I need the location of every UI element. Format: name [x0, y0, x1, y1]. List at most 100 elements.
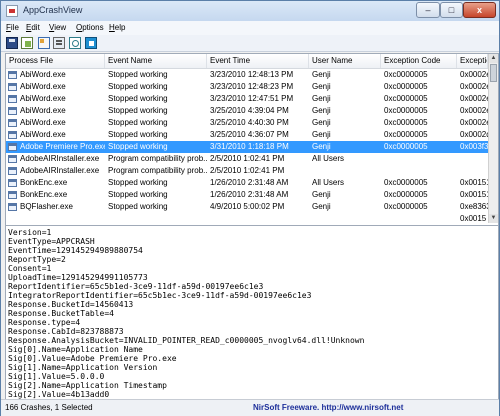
toolbar [1, 35, 499, 52]
cell-event-time: 3/31/2010 1:18:18 PM [210, 142, 289, 151]
app-window-icon [8, 179, 17, 187]
table-row[interactable]: Adobe Premiere Pro.exe Stopped working 3/3… [6, 141, 488, 153]
cell-exception-offset: 0x0002d7 [460, 130, 488, 139]
copy-icon[interactable] [21, 37, 33, 49]
cell-user-name: Genji [312, 118, 331, 127]
table-row[interactable]: AbiWord.exe Stopped working 3/23/2010 12:4… [6, 69, 488, 81]
cell-process-file: BonkEnc.exe [20, 190, 68, 199]
column-event-name[interactable]: Event Name [105, 54, 207, 68]
scroll-up-icon[interactable]: ▲ [489, 54, 498, 63]
save-icon[interactable] [6, 37, 18, 49]
refresh-icon[interactable] [69, 37, 81, 49]
app-window-icon [8, 107, 17, 115]
menu-bar: File Edit View Options Help [1, 21, 499, 35]
cell-user-name [309, 213, 381, 225]
table-row[interactable]: AbiWord.exe Stopped working 3/25/2010 4:40… [6, 117, 488, 129]
cell-process-file: AbiWord.exe [20, 82, 66, 91]
cell-event-time: 3/25/2010 4:40:30 PM [210, 118, 289, 127]
details-pane[interactable]: Version=1 EventType=APPCRASH EventTime=129… [5, 225, 499, 400]
cell-exception-code: 0xc0000005 [384, 82, 428, 91]
cell-exception-code: 0xc0000005 [384, 106, 428, 115]
cell-user-name: Genji [312, 142, 331, 151]
cell-exception-code [381, 153, 457, 165]
app-window: AppCrashView – □ x File Edit View Option… [0, 0, 500, 416]
cell-user-name: All Users [312, 154, 345, 163]
cell-process-file: AbiWord.exe [20, 106, 66, 115]
title-bar[interactable]: AppCrashView – □ x [1, 1, 499, 21]
cell-event-time: 1/26/2010 2:31:48 AM [210, 190, 289, 199]
cell-exception-offset: 0x0002e2 [460, 94, 488, 103]
list-scrollbar[interactable]: ▲ ▼ [488, 54, 498, 223]
cell-event-time: 3/25/2010 4:39:04 PM [210, 106, 289, 115]
maximize-button[interactable]: □ [440, 2, 463, 18]
table-row[interactable]: AdobeAIRInstaller.exe Program compatibili… [6, 165, 488, 177]
column-event-time[interactable]: Event Time [207, 54, 309, 68]
cell-exception-code: 0xc0000005 [384, 130, 428, 139]
table-row[interactable]: BQFlasher.exe Stopped working 4/9/2010 5:0… [6, 201, 488, 213]
crash-list[interactable]: Process File Event Name Event Time User … [5, 53, 499, 226]
cell-exception-offset: 0x003f36 [460, 142, 488, 151]
cell-event-time: 3/25/2010 4:36:07 PM [210, 130, 289, 139]
table-row[interactable]: BonkEnc.exe Stopped working 1/26/2010 2:31… [6, 177, 488, 189]
table-row[interactable]: AbiWord.exe Stopped working 3/23/2010 12:4… [6, 93, 488, 105]
cell-exception-code: 0xc0000005 [384, 142, 428, 151]
table-row[interactable]: AbiWord.exe Stopped working 3/23/2010 12:4… [6, 81, 488, 93]
column-process-file[interactable]: Process File [6, 54, 105, 68]
cell-event-name: Stopped working [108, 142, 168, 151]
window-title: AppCrashView [23, 5, 83, 15]
cell-event-time: 4/9/2010 5:00:02 PM [210, 202, 285, 211]
table-row[interactable]: AbiWord.exe Stopped working 3/25/2010 4:39… [6, 105, 488, 117]
cell-event-name: Stopped working [108, 82, 168, 91]
list-header: Process File Event Name Event Time User … [6, 54, 488, 69]
nirsoft-link[interactable]: NirSoft Freeware. http://www.nirsoft.net [253, 403, 403, 412]
table-row[interactable]: 0x0015 [6, 213, 488, 225]
menu-view[interactable]: View [49, 23, 66, 32]
column-user-name[interactable]: User Name [309, 54, 381, 68]
cell-event-name: Stopped working [108, 190, 168, 199]
close-button[interactable]: x [463, 2, 496, 18]
cell-event-name: Program compatibility prob... [108, 166, 207, 175]
status-count: 166 Crashes, 1 Selected [5, 403, 93, 412]
menu-help-label: elp [114, 23, 126, 32]
table-row[interactable]: AbiWord.exe Stopped working 3/25/2010 4:36… [6, 129, 488, 141]
exit-icon[interactable] [85, 37, 97, 49]
cell-process-file: AbiWord.exe [20, 118, 66, 127]
menu-file[interactable]: File [6, 23, 19, 32]
cell-event-name [105, 213, 207, 225]
menu-options-label: ptions [82, 23, 104, 32]
cell-event-time: 2/5/2010 1:02:41 PM [210, 166, 285, 175]
scroll-thumb[interactable] [490, 64, 497, 82]
cell-event-time: 3/23/2010 12:48:13 PM [210, 70, 294, 79]
cell-user-name: All Users [312, 178, 345, 187]
app-window-icon [8, 95, 17, 103]
cell-process-file: AbiWord.exe [20, 70, 66, 79]
cell-exception-code [381, 213, 457, 225]
cell-user-name [309, 165, 381, 177]
table-row[interactable]: BonkEnc.exe Stopped working 1/26/2010 2:31… [6, 189, 488, 201]
cell-process-file: AdobeAIRInstaller.exe [20, 154, 100, 163]
status-bar: 166 Crashes, 1 Selected NirSoft Freeware… [1, 399, 499, 416]
html-report-icon[interactable] [38, 37, 50, 49]
cell-exception-offset: 0x0002e2 [460, 106, 488, 115]
menu-options[interactable]: Options [76, 23, 104, 32]
cell-user-name: Genji [312, 70, 331, 79]
cell-exception-offset: 0x0015 [460, 214, 487, 223]
table-row[interactable]: AdobeAIRInstaller.exe Program compatibili… [6, 153, 488, 165]
menu-edit[interactable]: Edit [26, 23, 40, 32]
app-window-icon [8, 143, 17, 151]
cell-user-name: Genji [312, 94, 331, 103]
cell-event-name: Stopped working [108, 70, 168, 79]
cell-process-file: BonkEnc.exe [20, 178, 68, 187]
properties-icon[interactable] [53, 37, 65, 49]
column-exception-code[interactable]: Exception Code [381, 54, 457, 68]
cell-event-name: Stopped working [108, 202, 168, 211]
minimize-button[interactable]: – [416, 2, 440, 18]
cell-event-name: Stopped working [108, 178, 168, 187]
menu-view-label: iew [54, 23, 67, 32]
column-exception-offset[interactable]: Exception [457, 54, 488, 68]
app-window-icon [8, 191, 17, 199]
menu-help[interactable]: Help [109, 23, 125, 32]
cell-user-name: Genji [312, 106, 331, 115]
scroll-down-icon[interactable]: ▼ [489, 214, 498, 223]
cell-event-name: Stopped working [108, 106, 168, 115]
